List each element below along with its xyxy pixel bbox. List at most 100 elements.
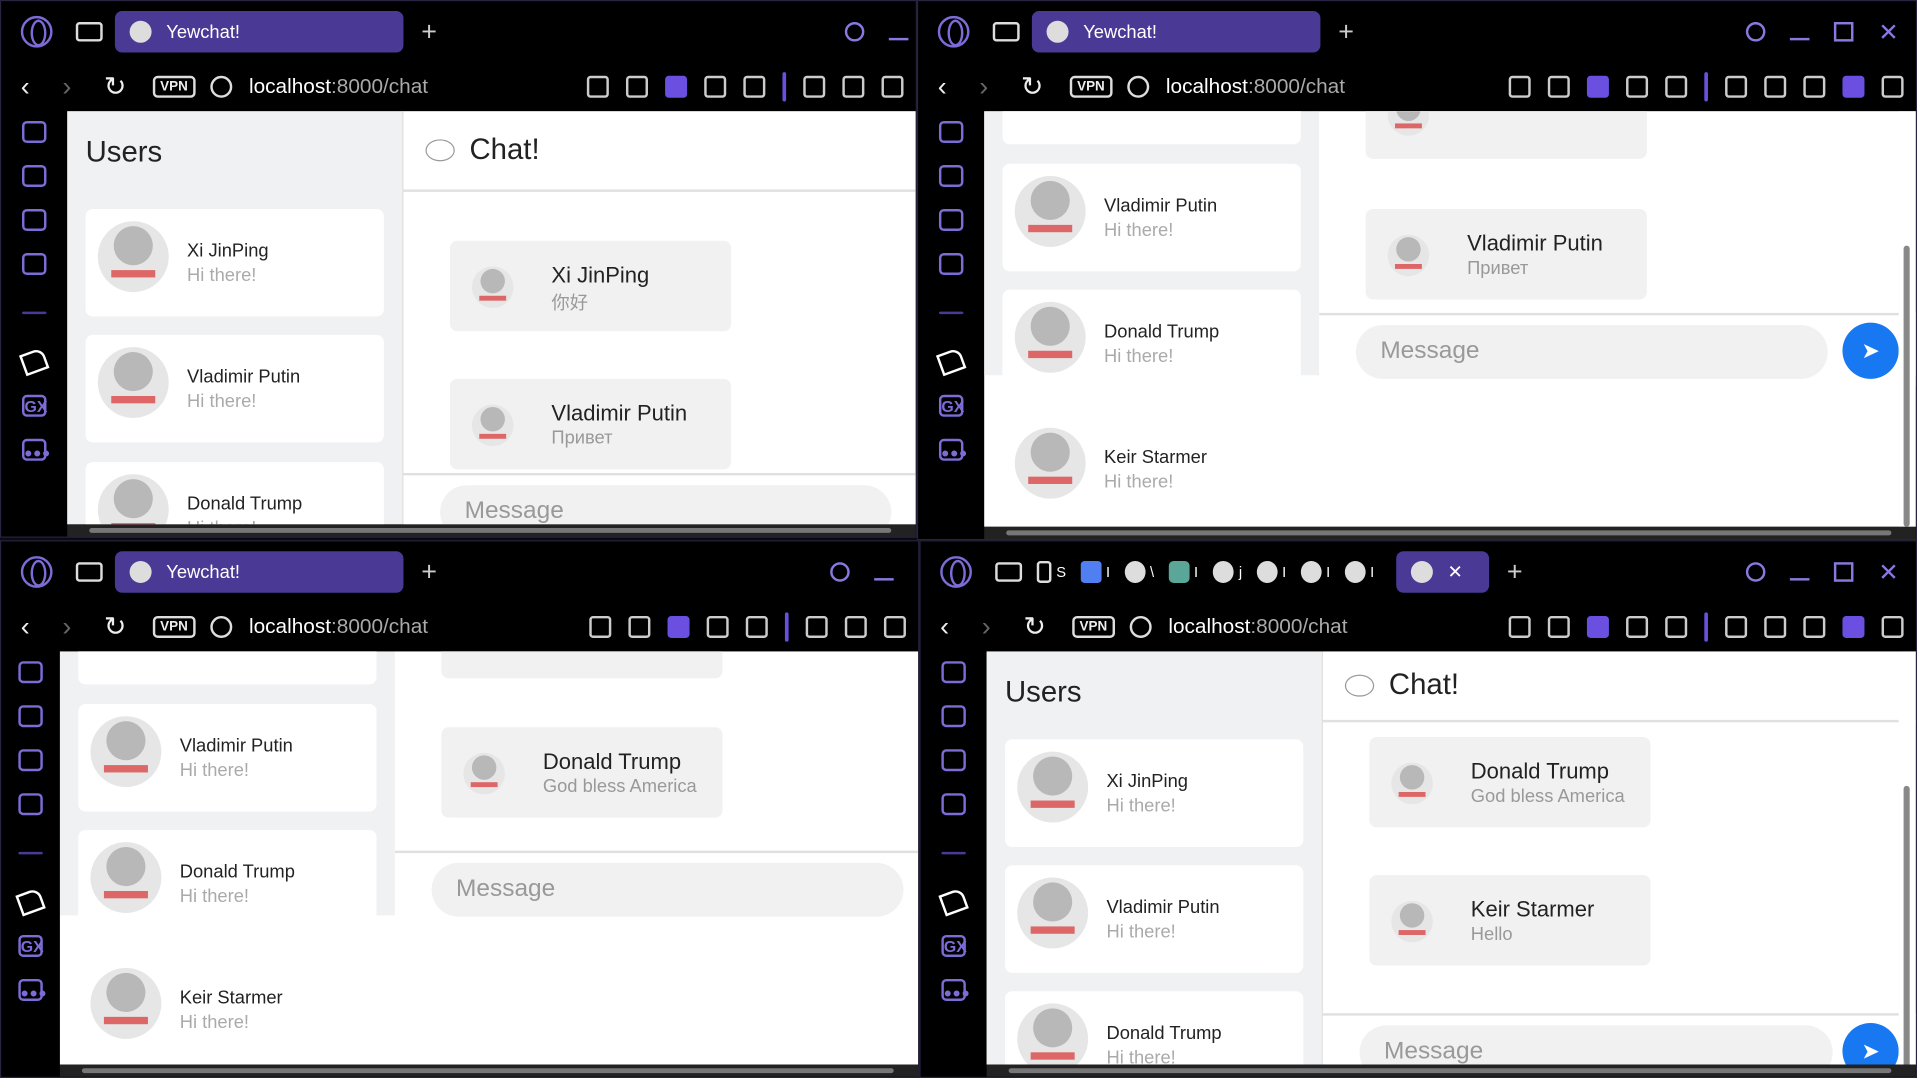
speed-dial-icon[interactable] — [18, 661, 43, 684]
user-card[interactable] — [1002, 111, 1301, 145]
horizontal-scrollbar[interactable] — [67, 524, 916, 537]
reload-icon[interactable]: ↻ — [1021, 71, 1044, 103]
reload-icon[interactable]: ↻ — [104, 611, 127, 643]
forward-icon[interactable]: › — [62, 611, 84, 643]
profile-icon[interactable] — [1764, 75, 1787, 98]
download-icon[interactable] — [1803, 615, 1826, 638]
extensions-icon[interactable] — [1725, 75, 1748, 98]
gx-corner-icon[interactable]: GX — [18, 934, 44, 957]
tab-island-icon[interactable] — [992, 21, 1020, 42]
close-tab-button[interactable]: ✕ — [1448, 561, 1463, 583]
tab-island-icon[interactable] — [995, 562, 1023, 582]
download-icon[interactable] — [881, 75, 904, 98]
tab-github[interactable]: \ — [1124, 560, 1154, 583]
gx-control-icon[interactable] — [941, 705, 966, 728]
tab-github[interactable]: j — [1212, 560, 1242, 583]
vpn-badge[interactable]: VPN — [152, 615, 196, 638]
user-card[interactable]: Donald TrumpHi there! — [78, 829, 377, 938]
tab-yewchat[interactable]: Yewchat! — [114, 551, 404, 593]
search-tabs-icon[interactable] — [830, 562, 850, 582]
site-info-icon[interactable] — [1126, 75, 1149, 98]
minimize-button[interactable] — [874, 578, 894, 581]
user-card[interactable]: Xi JinPing Hi there! — [85, 208, 384, 317]
reload-icon[interactable]: ↻ — [1023, 611, 1046, 643]
new-tab-button[interactable]: + — [416, 16, 443, 48]
site-info-icon[interactable] — [209, 615, 232, 638]
search-tabs-icon[interactable] — [844, 21, 865, 42]
tab-lighthouse[interactable]: I — [1168, 560, 1198, 583]
site-info-icon[interactable] — [1129, 615, 1152, 638]
pin-icon[interactable] — [586, 75, 609, 98]
gx-cleaner-icon[interactable] — [18, 749, 43, 772]
gx-cleaner-icon[interactable] — [22, 208, 47, 231]
profile-icon[interactable] — [844, 615, 867, 638]
wallet-icon[interactable] — [938, 887, 969, 917]
tab-globe[interactable]: I — [1344, 560, 1374, 583]
reload-icon[interactable]: ↻ — [104, 71, 127, 103]
horizontal-scrollbar[interactable] — [59, 1064, 919, 1077]
user-card[interactable]: Vladimir Putin Hi there! — [78, 703, 377, 812]
user-card[interactable]: Donald TrumpHi there! — [85, 461, 384, 525]
url-field[interactable]: localhost:8000/chat — [1166, 75, 1345, 99]
download-icon[interactable] — [883, 615, 906, 638]
horizontal-scrollbar[interactable] — [986, 1064, 1916, 1077]
gx-cleaner-icon[interactable] — [941, 749, 966, 772]
opera-gx-logo-icon[interactable] — [20, 15, 53, 48]
extensions-icon[interactable] — [1725, 615, 1748, 638]
maximize-button[interactable] — [1834, 21, 1854, 42]
back-icon[interactable]: ‹ — [21, 71, 43, 103]
tab-globe[interactable]: I — [1300, 560, 1330, 583]
snapshot-icon[interactable] — [628, 615, 651, 638]
snapshot-icon[interactable] — [1547, 615, 1570, 638]
download-icon[interactable] — [1803, 75, 1826, 98]
heart-icon[interactable] — [743, 75, 766, 98]
wallet-icon[interactable] — [18, 347, 50, 377]
user-card[interactable]: Vladimir Putin Hi there! — [1004, 865, 1304, 973]
url-field[interactable]: localhost:8000/chat — [1168, 615, 1347, 639]
messenger-icon[interactable] — [18, 793, 43, 816]
opera-gx-logo-icon[interactable] — [20, 556, 53, 588]
user-card[interactable]: Donald TrumpHi there! — [1004, 991, 1304, 1065]
play-icon[interactable] — [704, 75, 727, 98]
messenger-icon[interactable] — [22, 252, 47, 275]
shield-icon[interactable] — [665, 75, 688, 98]
shield-icon[interactable] — [1586, 615, 1609, 638]
tab-yewchat[interactable]: Yewchat! — [1031, 10, 1321, 53]
close-window-button[interactable]: ✕ — [1878, 557, 1898, 588]
send-button[interactable]: ➤ — [1842, 1022, 1899, 1065]
user-card[interactable]: Xi JinPing Hi there! — [1004, 739, 1304, 847]
wallet-icon[interactable] — [935, 347, 967, 377]
forward-icon[interactable]: › — [979, 71, 1001, 103]
tab-docs[interactable]: I — [1080, 560, 1110, 583]
tab-yewchat[interactable]: Yewchat! — [114, 10, 404, 53]
battery-saver-icon[interactable] — [1842, 75, 1865, 98]
vertical-scrollbar[interactable] — [1898, 111, 1916, 527]
vpn-badge[interactable]: VPN — [152, 75, 196, 98]
gx-control-icon[interactable] — [18, 705, 43, 728]
sidebar-more-icon[interactable]: ••• — [22, 438, 50, 466]
search-tabs-icon[interactable] — [1746, 562, 1766, 582]
extensions-icon[interactable] — [803, 75, 826, 98]
gx-corner-icon[interactable]: GX — [938, 394, 964, 417]
wallet-icon[interactable] — [15, 887, 46, 917]
gx-corner-icon[interactable]: GX — [941, 934, 967, 957]
extensions-icon[interactable] — [805, 615, 828, 638]
messenger-icon[interactable] — [941, 793, 966, 816]
sidebar-more-icon[interactable]: ••• — [938, 438, 967, 466]
site-info-icon[interactable] — [209, 75, 232, 98]
forward-icon[interactable]: › — [982, 611, 1004, 643]
vpn-badge[interactable]: VPN — [1069, 75, 1113, 98]
sidebar-more-icon[interactable]: ••• — [18, 978, 46, 1006]
speed-dial-icon[interactable] — [938, 120, 964, 143]
pin-icon[interactable] — [1508, 75, 1531, 98]
new-tab-button[interactable]: + — [416, 556, 443, 588]
tab-globe[interactable]: I — [1256, 560, 1286, 583]
user-card[interactable]: Donald TrumpHi there! — [1002, 289, 1301, 398]
message-input[interactable]: Message — [431, 862, 904, 917]
tab-grid-icon[interactable]: S — [1036, 560, 1066, 583]
speed-dial-icon[interactable] — [941, 661, 966, 684]
back-icon[interactable]: ‹ — [938, 71, 960, 103]
close-window-button[interactable]: ✕ — [1878, 16, 1898, 47]
profile-icon[interactable] — [842, 75, 865, 98]
speed-dial-icon[interactable] — [22, 120, 47, 143]
